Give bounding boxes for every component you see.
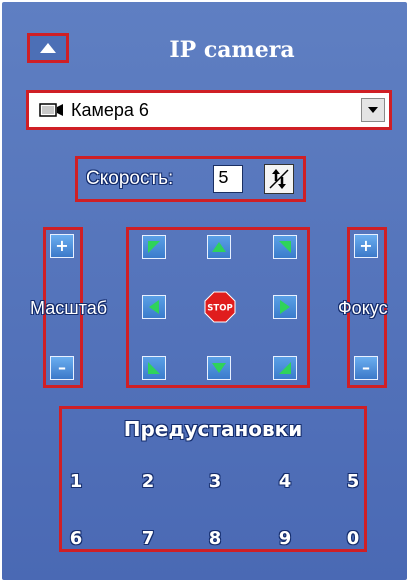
camera-icon: [39, 103, 63, 117]
focus-minus-button[interactable]: –: [354, 356, 378, 380]
arrow-up-icon: [212, 242, 226, 252]
pan-down-left-button[interactable]: [142, 356, 166, 380]
arrow-right-icon: [280, 300, 290, 314]
plus-icon: +: [359, 236, 373, 255]
pan-down-right-button[interactable]: [273, 356, 297, 380]
arrow-down-right-icon: [279, 362, 291, 374]
camera-select-value: Камера 6: [71, 99, 149, 120]
arrow-up-left-icon: [148, 241, 160, 253]
arrow-left-icon: [149, 300, 159, 314]
preset-1-button[interactable]: 1: [64, 470, 88, 494]
pan-left-button[interactable]: [142, 295, 166, 319]
preset-0-button[interactable]: 0: [341, 527, 365, 551]
up-down-arrows-icon: [269, 169, 289, 189]
preset-7-button[interactable]: 7: [136, 527, 160, 551]
zoom-out-button[interactable]: –: [50, 356, 74, 380]
arrow-up-right-icon: [279, 241, 291, 253]
stop-button[interactable]: STOP: [204, 291, 236, 323]
pan-right-button[interactable]: [273, 295, 297, 319]
preset-2-button[interactable]: 2: [136, 470, 160, 494]
pan-up-button[interactable]: [207, 235, 231, 259]
focus-plus-button[interactable]: +: [354, 234, 378, 258]
focus-label: Фокус: [338, 298, 388, 318]
collapse-button[interactable]: [27, 33, 69, 63]
preset-5-button[interactable]: 5: [341, 470, 365, 494]
plus-icon: +: [55, 236, 69, 255]
speed-control: Скорость: 5: [75, 156, 306, 202]
pan-up-right-button[interactable]: [273, 235, 297, 259]
preset-9-button[interactable]: 9: [273, 527, 297, 551]
preset-6-button[interactable]: 6: [64, 527, 88, 551]
arrow-down-icon: [212, 363, 226, 373]
speed-label: Скорость:: [86, 168, 174, 189]
pan-up-left-button[interactable]: [142, 235, 166, 259]
presets-panel: Предустановки 1 2 3 4 5 6 7 8 9 0: [59, 406, 367, 552]
zoom-label: Масштаб: [30, 298, 108, 318]
triangle-up-icon: [40, 43, 56, 53]
pan-down-button[interactable]: [207, 356, 231, 380]
panel-title: IP camera: [169, 37, 295, 63]
preset-4-button[interactable]: 4: [273, 470, 297, 494]
arrow-down-left-icon: [148, 362, 160, 374]
preset-8-button[interactable]: 8: [203, 527, 227, 551]
zoom-in-button[interactable]: +: [50, 234, 74, 258]
preset-3-button[interactable]: 3: [203, 470, 227, 494]
speed-spinner[interactable]: [264, 164, 294, 194]
stop-label: STOP: [207, 304, 232, 314]
chevron-down-icon: [368, 107, 378, 113]
minus-icon: –: [362, 358, 370, 377]
minus-icon: –: [58, 358, 66, 377]
camera-dropdown-button[interactable]: [361, 98, 385, 122]
camera-select[interactable]: Камера 6: [26, 90, 392, 130]
ip-camera-panel: IP camera Камера 6 Скорость: 5 + – Масшт…: [2, 2, 407, 580]
speed-input[interactable]: 5: [213, 165, 243, 193]
presets-title: Предустановки: [123, 417, 303, 441]
